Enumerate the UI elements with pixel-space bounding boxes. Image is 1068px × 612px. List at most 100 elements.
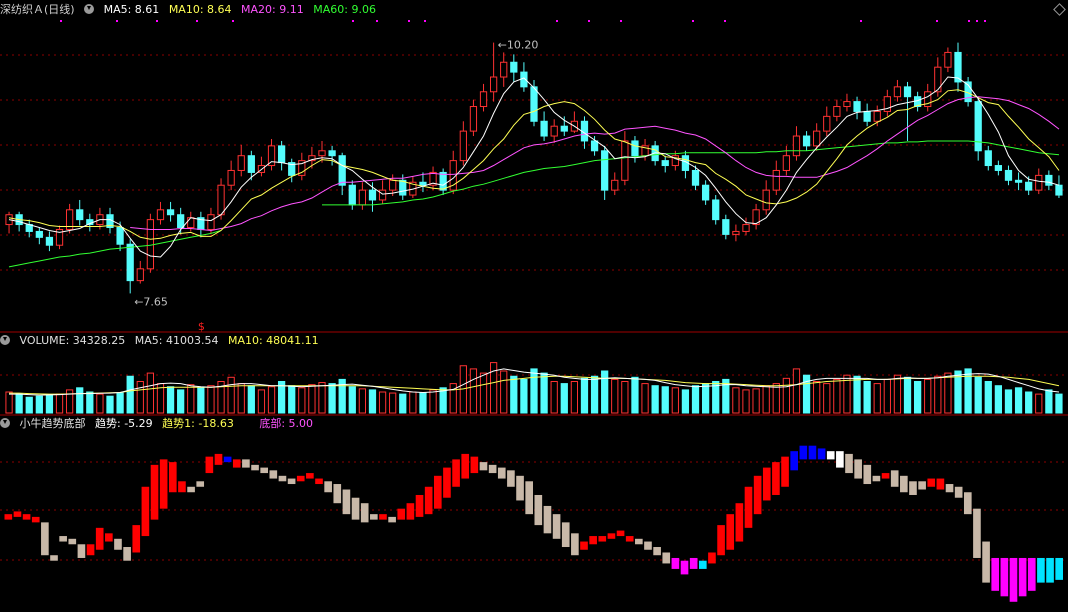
volume-menu-icon[interactable]	[0, 335, 10, 345]
volume-value: VOLUME: 34328.25	[19, 334, 126, 347]
volume-bar	[823, 383, 831, 414]
indicator-bar	[717, 525, 725, 556]
volume-bar	[903, 376, 912, 414]
volume-bar	[984, 381, 992, 414]
candle-body	[116, 227, 124, 245]
indicator-bar	[799, 445, 808, 460]
indicator-bar	[708, 552, 716, 564]
candle-body	[802, 135, 811, 147]
volume-bar	[853, 375, 861, 414]
candle-body	[126, 243, 134, 282]
volume-bar	[641, 383, 649, 414]
candle-body	[762, 189, 770, 211]
candle-body	[328, 150, 336, 157]
volume-bar	[762, 385, 770, 414]
signal-dot-9	[556, 20, 558, 22]
candle-body	[489, 76, 498, 93]
indicator-bar	[698, 560, 707, 569]
indicator-bar	[114, 538, 122, 550]
indicator-bar	[689, 557, 698, 569]
signal-dot-1	[116, 20, 118, 22]
volume-bar	[106, 395, 114, 414]
ma20-value: MA20: 9.11	[241, 3, 304, 16]
volume-bar	[540, 372, 548, 414]
indicator-menu-icon[interactable]	[0, 418, 10, 428]
indicator-bar	[443, 467, 451, 498]
stock-title[interactable]: 深纺织Ａ(日线)	[0, 3, 75, 16]
candle-body	[146, 219, 155, 270]
candle-body	[348, 184, 356, 206]
indicator-bar	[790, 451, 798, 471]
candle-body	[833, 106, 841, 117]
candle-body	[701, 184, 710, 201]
indicator-name[interactable]: 小牛趋势底部	[20, 417, 86, 430]
signal-dot-6	[376, 20, 378, 22]
indicator-bar	[479, 462, 488, 471]
chart-canvas: ←10.20 ←7.65 $	[0, 20, 1068, 602]
high-price-label: ←10.20	[498, 39, 539, 52]
candle-body	[1004, 169, 1013, 181]
candle-body	[338, 155, 346, 186]
indicator-bar	[388, 516, 396, 523]
candle-body	[399, 179, 407, 196]
volume-bar	[348, 386, 356, 414]
ma-menu-icon[interactable]	[84, 4, 95, 14]
candle-body	[318, 150, 326, 157]
candle-body	[944, 51, 952, 68]
candle-body	[267, 145, 276, 167]
candle-body	[691, 169, 700, 186]
volume-bar	[772, 383, 780, 414]
volume-bar	[76, 387, 84, 414]
volume-bar	[257, 389, 266, 414]
signal-mark: $	[198, 320, 205, 333]
indicator-bar	[854, 459, 862, 479]
volume-bar	[399, 393, 407, 414]
candle-body	[419, 181, 427, 186]
indicator-bar	[817, 448, 826, 460]
volume-bar	[86, 391, 94, 414]
volume-ma10-value: MA10: 48041.11	[227, 334, 319, 347]
indicator-bar	[205, 456, 214, 474]
candle-body	[35, 230, 43, 238]
indicator-panel-header: 小牛趋势底部 趋势: -5.29 趋势1: -18.63 底部: 5.00	[0, 416, 319, 432]
volume-bar	[752, 388, 760, 414]
volume-bar	[45, 394, 54, 414]
indicator-bar	[59, 536, 67, 542]
indicator-bar	[86, 544, 95, 556]
candle-body	[76, 209, 84, 221]
indicator-bar	[826, 451, 835, 460]
candle-body	[378, 189, 387, 201]
volume-bar	[378, 391, 387, 414]
volume-bar	[207, 385, 215, 414]
signal-dot-11	[620, 20, 622, 22]
volume-bar	[964, 368, 972, 414]
candle-body	[661, 160, 669, 167]
indicator-bar	[1037, 557, 1045, 583]
indicator-bar	[260, 467, 268, 474]
volume-bar	[701, 383, 710, 414]
indicator-bar	[214, 453, 223, 465]
candle-body	[1035, 174, 1043, 191]
indicator-bar	[269, 470, 278, 479]
candle-body	[712, 199, 720, 221]
indicator-bar	[625, 536, 634, 542]
indicator-bar	[744, 486, 753, 528]
candle-body	[792, 135, 801, 157]
volume-bar	[267, 386, 276, 414]
indicator-bar	[808, 445, 817, 460]
indicator-bar	[50, 555, 58, 561]
volume-bar	[5, 391, 13, 414]
indicator-bar	[616, 530, 625, 537]
volume-bar	[792, 368, 801, 414]
candle-body	[853, 101, 861, 112]
signal-dot-17	[976, 20, 978, 22]
candle-body	[873, 110, 881, 122]
indicator-bar	[762, 467, 771, 501]
volume-bar	[893, 374, 902, 414]
volume-bar	[944, 372, 952, 414]
candle-body	[550, 125, 558, 137]
volume-bar	[469, 368, 478, 414]
indicator-bar	[470, 456, 479, 474]
volume-bar	[590, 375, 599, 414]
volume-bar	[974, 376, 982, 414]
